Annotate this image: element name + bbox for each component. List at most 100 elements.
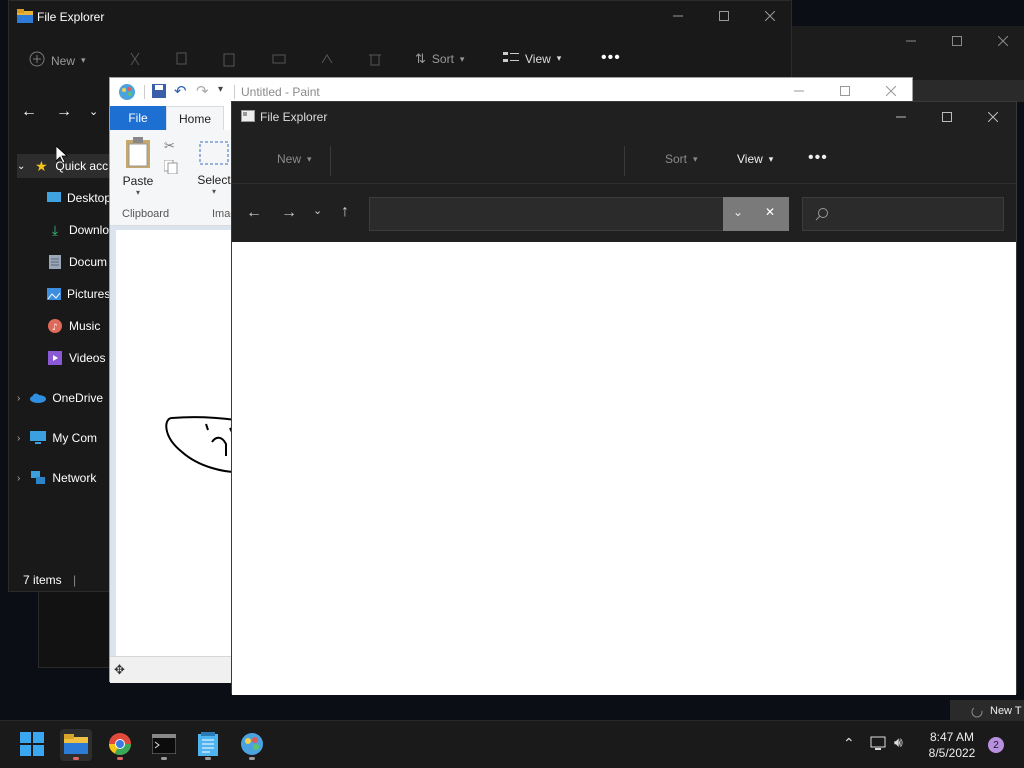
more-options-icon[interactable]: ••• [808,149,828,167]
redo-icon[interactable]: ↷ [196,82,209,100]
address-bar[interactable] [369,197,724,231]
paste-button[interactable]: Paste ▾ [118,136,158,197]
up-arrow-icon[interactable]: ↑ [341,203,349,221]
search-box[interactable] [802,197,1004,231]
taskbar-terminal[interactable] [148,729,180,761]
chevron-up-icon[interactable]: ⌃ [843,735,855,752]
new-button[interactable]: New ▾ [29,51,86,70]
paint-app-icon [118,83,136,104]
more-options-icon[interactable]: ••• [601,49,621,67]
volume-icon[interactable]: 🔊︎ [894,734,903,751]
sidebar-item-documents[interactable]: Docum [47,250,109,274]
terminal-icon [151,733,177,757]
command-divider [624,146,625,176]
window-app-icon [241,110,255,125]
move-cursor-icon: ✥ [114,662,125,677]
sort-button[interactable]: ⇅ Sort ▾ [415,51,464,67]
maximize-icon[interactable] [701,1,747,31]
taskbar-notepad[interactable] [192,729,224,761]
view-button[interactable]: View ▾ [503,51,561,66]
view-label: View [737,152,763,166]
delete-icon[interactable] [367,51,383,70]
background-window-controls [888,26,1024,56]
close-icon[interactable] [970,102,1016,132]
new-button[interactable]: New ▾ [277,152,312,166]
sidebar-item-label: My Com [52,431,98,445]
ribbon: Paste ▾ ✂ Select ▾ Clipboard Imag [110,130,240,226]
undo-icon[interactable]: ↶ [174,82,187,100]
minimize-icon[interactable] [888,26,934,56]
close-icon[interactable] [980,26,1024,56]
sort-label: Sort [431,52,454,66]
recent-dropdown-icon[interactable]: ⌄ [89,105,98,118]
notification-badge[interactable]: 2 [988,737,1004,753]
cut-icon[interactable]: ✂ [164,138,175,154]
start-button[interactable] [16,729,48,761]
address-row: ← → ⌄ ↑ ⌄ ✕ [232,190,1016,242]
close-icon[interactable] [747,1,793,31]
drawing-canvas[interactable] [116,230,237,656]
select-button[interactable]: Select ▾ [194,140,234,196]
taskbar-chrome[interactable] [104,729,136,761]
sidebar-item-network[interactable]: › Network [17,466,109,490]
notification-toast[interactable]: New T [950,700,1024,722]
minimize-icon[interactable] [878,102,924,132]
sidebar-item-music[interactable]: ♪ Music [47,314,109,338]
sort-button[interactable]: Sort ▾ [665,152,698,166]
clipboard-group-label: Clipboard [122,208,170,220]
tab-home[interactable]: Home [166,106,224,130]
back-arrow-icon[interactable]: ← [246,204,262,222]
cut-icon[interactable] [127,51,143,70]
status-bar: 7 items | [23,573,76,587]
background-window-fragment [38,590,113,668]
cloud-icon [30,390,47,406]
taskbar-file-explorer[interactable] [60,729,92,761]
back-arrow-icon[interactable]: ← [21,103,37,121]
sidebar-item-onedrive[interactable]: › OneDrive [17,386,109,410]
title-divider [234,85,235,99]
save-icon[interactable] [152,84,166,101]
taskbar-paint[interactable] [236,729,268,761]
chevron-down-icon: ▾ [768,153,774,164]
forward-arrow-icon[interactable]: → [56,103,72,121]
videos-icon [47,350,63,366]
paste-icon[interactable] [221,51,237,70]
customize-toolbar-icon[interactable]: ▾ [218,84,223,95]
chevron-down-icon: ▾ [307,153,312,164]
share-icon[interactable] [319,51,335,70]
sidebar-item-label: Videos [69,351,106,365]
copy-icon[interactable] [163,159,178,177]
select-rectangle-icon [194,140,234,169]
sidebar-item-downloads[interactable]: ⤓ Downlo [47,218,109,242]
file-list-area[interactable] [232,242,1016,695]
sidebar-item-videos[interactable]: Videos [47,346,109,370]
forward-arrow-icon[interactable]: → [281,204,297,222]
star-icon: ★ [35,157,48,174]
rename-icon[interactable] [271,51,287,70]
sidebar-item-label: Docum [69,255,108,269]
navigation-pane: ⌄ ★ Quick acc Desktop ⤓ Downlo Docum Pic… [9,151,109,501]
window-controls [878,102,1016,132]
sidebar-item-desktop[interactable]: Desktop [47,186,109,210]
sidebar-item-label: Desktop [67,191,109,205]
pictures-icon [47,286,61,302]
item-count: 7 items [23,573,62,587]
clock[interactable]: 8:47 AM 8/5/2022 [920,729,984,761]
sidebar-item-my-computer[interactable]: › My Com [17,426,109,450]
copy-icon[interactable] [173,51,189,70]
sidebar-item-pictures[interactable]: Pictures [47,282,109,306]
paint-app-icon [240,732,264,759]
network-icon[interactable] [870,735,888,754]
view-button[interactable]: View ▾ [737,152,773,166]
recent-dropdown-icon[interactable]: ⌄ [313,204,322,217]
minimize-icon[interactable] [655,1,701,31]
chevron-down-icon: ▾ [81,55,86,65]
chevron-down-icon: ▾ [693,153,698,164]
chrome-icon [108,732,132,759]
maximize-icon[interactable] [924,102,970,132]
chevron-down-icon[interactable]: ⌄ [733,205,743,219]
maximize-icon[interactable] [934,26,980,56]
clear-icon[interactable]: ✕ [765,205,775,219]
tab-file[interactable]: File [110,106,166,130]
windows-logo-icon [20,731,44,759]
